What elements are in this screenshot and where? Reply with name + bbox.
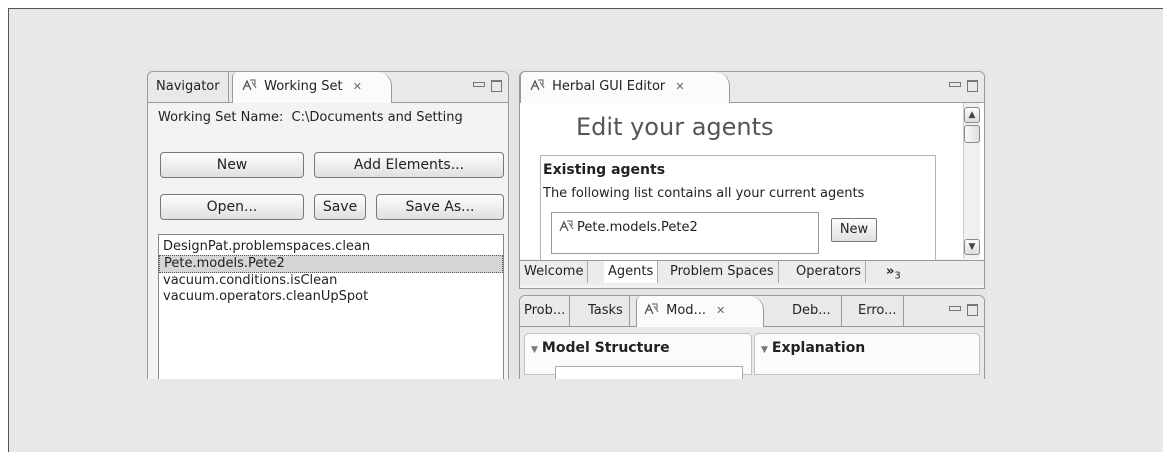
model-structure-section: ▼ Model Structure [524, 333, 752, 379]
list-item[interactable]: vacuum.operators.cleanUpSpot [159, 289, 503, 305]
working-set-panel: Navigator Working Set ✕ Working Set Name… [147, 71, 509, 379]
editor-tabbar: Herbal GUI Editor ✕ [520, 72, 984, 103]
tab-navigator-label: Navigator [156, 79, 220, 94]
agent-list-item-label: Pete.models.Pete2 [577, 220, 698, 235]
save-as-button[interactable]: Save As... [376, 194, 504, 220]
agent-icon [530, 79, 545, 91]
close-icon[interactable]: ✕ [675, 80, 684, 93]
tab-model[interactable]: Mod... ✕ [636, 296, 764, 327]
working-set-name-row: Working Set Name: C:\Documents and Setti… [158, 110, 463, 125]
close-icon[interactable]: ✕ [353, 80, 362, 93]
window-controls [949, 80, 978, 92]
editor-content: Edit your agents Existing agents The fol… [520, 103, 984, 265]
tab-navigator[interactable]: Navigator [148, 72, 229, 102]
tab-problem-spaces[interactable]: Problem Spaces [666, 261, 779, 283]
editor-scrollbar[interactable]: ▲ ▼ [963, 103, 980, 259]
maximize-icon[interactable] [967, 80, 978, 92]
list-item-selected[interactable]: Pete.models.Pete2 [159, 255, 503, 273]
model-content: ▼ Model Structure ▼ Explanation [520, 327, 984, 379]
working-set-name-label: Working Set Name: [158, 110, 284, 125]
model-panel: Prob... Tasks Mod... ✕ Deb... Erro... ▼ … [519, 295, 985, 379]
window-controls [473, 80, 502, 92]
overflow-count: 3 [894, 270, 901, 282]
list-item[interactable]: vacuum.conditions.isClean [159, 273, 503, 289]
save-button[interactable]: Save [314, 194, 366, 220]
tab-welcome[interactable]: Welcome [520, 261, 589, 283]
herbal-editor-panel: Herbal GUI Editor ✕ Edit your agents Exi… [519, 71, 985, 289]
tab-tasks[interactable]: Tasks [582, 296, 630, 326]
working-set-list[interactable]: DesignPat.problemspaces.clean Pete.model… [158, 234, 504, 379]
agent-list[interactable]: Pete.models.Pete2 [551, 212, 819, 254]
scroll-thumb[interactable] [964, 125, 980, 143]
agent-list-item[interactable]: Pete.models.Pete2 [558, 219, 698, 235]
tab-working-set[interactable]: Working Set ✕ [232, 72, 392, 103]
edit-agents-heading: Edit your agents [576, 113, 774, 141]
eclipse-workbench: Navigator Working Set ✕ Working Set Name… [147, 69, 987, 379]
new-agent-button[interactable]: New [831, 218, 877, 242]
open-button[interactable]: Open... [160, 194, 304, 220]
model-structure-header[interactable]: ▼ Model Structure [531, 340, 670, 356]
minimize-icon[interactable] [949, 82, 961, 87]
agent-icon [559, 220, 574, 232]
explanation-title: Explanation [771, 340, 866, 356]
model-structure-box [555, 366, 743, 379]
minimize-icon[interactable] [949, 306, 961, 311]
model-structure-title: Model Structure [541, 340, 670, 356]
existing-agents-section: Existing agents The following list conta… [540, 155, 936, 265]
triangle-down-icon: ▼ [531, 345, 538, 355]
agent-icon [242, 79, 257, 91]
model-tabbar: Prob... Tasks Mod... ✕ Deb... Erro... [520, 296, 984, 327]
tab-model-label: Mod... [666, 303, 706, 318]
maximize-icon[interactable] [491, 80, 502, 92]
scroll-down-icon[interactable]: ▼ [964, 239, 980, 255]
tab-agents[interactable]: Agents [604, 261, 659, 283]
close-icon[interactable]: ✕ [716, 304, 725, 317]
tab-problems[interactable]: Prob... [520, 296, 571, 326]
window-controls [949, 304, 978, 316]
triangle-down-icon: ▼ [761, 345, 768, 355]
existing-agents-title: Existing agents [543, 162, 666, 178]
tab-debug[interactable]: Deb... [782, 296, 842, 326]
tab-herbal-gui-editor[interactable]: Herbal GUI Editor ✕ [520, 72, 730, 103]
explanation-header[interactable]: ▼ Explanation [761, 340, 865, 356]
working-set-name-value: C:\Documents and Setting [291, 110, 463, 125]
list-item[interactable]: DesignPat.problemspaces.clean [159, 239, 503, 255]
tab-operators[interactable]: Operators [792, 261, 866, 283]
maximize-icon[interactable] [967, 304, 978, 316]
new-button[interactable]: New [160, 152, 304, 178]
agent-icon [644, 303, 659, 315]
overflow-tabs-indicator[interactable]: »3 [886, 261, 901, 283]
working-set-tabbar: Navigator Working Set ✕ [148, 72, 508, 103]
add-elements-button[interactable]: Add Elements... [314, 152, 504, 178]
tab-herbal-gui-editor-label: Herbal GUI Editor [552, 79, 666, 94]
explanation-section: ▼ Explanation [754, 333, 980, 375]
scroll-up-icon[interactable]: ▲ [964, 107, 980, 123]
existing-agents-desc: The following list contains all your cur… [543, 186, 865, 201]
screenshot-frame: Navigator Working Set ✕ Working Set Name… [8, 8, 1163, 452]
tab-working-set-label: Working Set [264, 79, 343, 94]
tab-errors[interactable]: Erro... [852, 296, 904, 326]
minimize-icon[interactable] [473, 82, 485, 87]
editor-bottom-tabbar: Welcome Agents Problem Spaces Operators … [520, 260, 984, 285]
